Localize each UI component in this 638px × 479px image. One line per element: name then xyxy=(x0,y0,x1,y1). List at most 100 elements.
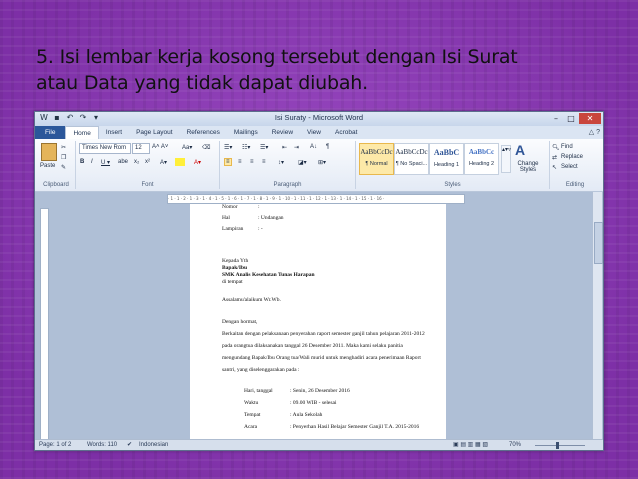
tab-mailings[interactable]: Mailings xyxy=(227,126,265,139)
body-line-3: mengundang Bapak/Ibu Orang tua/Wali muri… xyxy=(222,355,421,361)
vertical-scrollbar[interactable] xyxy=(592,192,603,439)
style-heading-1[interactable]: AaBbC Heading 1 xyxy=(429,143,464,175)
zoom-slider-knob[interactable] xyxy=(556,442,559,449)
change-styles-button[interactable]: Change Styles xyxy=(512,161,544,173)
hormat-line: Dengan hormat, xyxy=(222,319,258,325)
minimize-button[interactable]: – xyxy=(549,113,563,124)
detail-value: : Senin, 26 Desember 2016 xyxy=(290,388,350,394)
style-preview: AaBbC xyxy=(433,148,460,157)
cut-icon[interactable]: ✂ xyxy=(61,144,66,151)
clear-formatting-icon[interactable]: ⌫ xyxy=(202,144,210,151)
slide-title-line-1: 5. Isi lembar kerja kosong tersebut deng… xyxy=(36,46,518,68)
vertical-ruler[interactable] xyxy=(40,208,49,440)
align-left-icon[interactable]: ≡ xyxy=(224,158,232,166)
detail-label: Hari, tanggal xyxy=(244,388,273,394)
zoom-slider[interactable] xyxy=(535,445,585,446)
find-button[interactable]: Find xyxy=(561,144,573,150)
title-bar: W ▪ ↶ ↷ ▾ Isi Suraty - Microsoft Word – … xyxy=(35,112,603,126)
bold-button[interactable]: B xyxy=(80,159,84,165)
superscript-button[interactable]: x² xyxy=(145,159,150,165)
ribbon-tabs: File Home Insert Page Layout References … xyxy=(35,126,603,139)
window-title: Isi Suraty - Microsoft Word xyxy=(274,113,364,122)
styles-scroll-icon[interactable]: ▴▾▿ xyxy=(501,145,511,173)
paragraph-label: Paragraph xyxy=(273,182,302,188)
select-button[interactable]: Select xyxy=(561,164,578,170)
show-marks-icon[interactable]: ¶ xyxy=(326,144,329,150)
slide-title-line-2: atau Data yang tidak dapat diubah. xyxy=(36,72,368,94)
highlight-icon[interactable] xyxy=(175,158,185,166)
grow-font-icon[interactable]: A˄ A˅ xyxy=(152,144,168,150)
language[interactable]: Indonesian xyxy=(139,440,168,450)
paste-button[interactable]: Paste xyxy=(40,163,55,169)
increase-indent-icon[interactable]: ⇥ xyxy=(294,144,299,151)
italic-button[interactable]: I xyxy=(91,159,93,165)
proofing-icon[interactable]: ✔ xyxy=(127,440,132,450)
sort-icon[interactable]: A↓ xyxy=(310,144,317,150)
shading-icon[interactable]: ◪▾ xyxy=(298,159,307,166)
ribbon: Paste ✂ ❐ ✎ Clipboard Times New Rom 12 A… xyxy=(35,139,603,192)
font-name-select[interactable]: Times New Rom xyxy=(79,143,131,154)
replace-button[interactable]: Replace xyxy=(561,154,583,160)
align-center-icon[interactable]: ≡ xyxy=(238,159,242,165)
recipient-line-3: di tempat xyxy=(222,279,243,285)
replace-icon[interactable]: ⇄ xyxy=(552,154,557,161)
tab-view[interactable]: View xyxy=(300,126,328,139)
tab-home[interactable]: Home xyxy=(65,126,99,139)
clipboard-group: Paste ✂ ❐ ✎ Clipboard xyxy=(37,141,76,189)
tab-acrobat[interactable]: Acrobat xyxy=(328,126,364,139)
paste-icon[interactable] xyxy=(41,143,57,161)
font-size-select[interactable]: 12 xyxy=(132,143,150,154)
select-icon[interactable]: ↖ xyxy=(552,164,557,171)
font-group: Times New Rom 12 A˄ A˅ Aa▾ ⌫ B I U ▾ abe… xyxy=(76,141,220,189)
word-window: W ▪ ↶ ↷ ▾ Isi Suraty - Microsoft Word – … xyxy=(34,111,604,451)
change-styles-icon[interactable]: A xyxy=(515,142,525,158)
line-spacing-icon[interactable]: ↕▾ xyxy=(278,159,284,166)
multilevel-list-icon[interactable]: ☰▾ xyxy=(260,144,268,151)
tab-references[interactable]: References xyxy=(180,126,227,139)
underline-button[interactable]: U ▾ xyxy=(101,159,110,166)
status-bar: Page: 1 of 2 Words: 110 ✔ Indonesian ▣ ▤… xyxy=(35,439,603,450)
text-effects-icon[interactable]: A▾ xyxy=(160,159,167,166)
decrease-indent-icon[interactable]: ⇤ xyxy=(282,144,287,151)
hal-label: Hal xyxy=(222,215,230,221)
tab-review[interactable]: Review xyxy=(265,126,300,139)
styles-group: AaBbCcDc ¶ Normal AaBbCcDc ¶ No Spaci...… xyxy=(356,141,550,189)
tab-file[interactable]: File xyxy=(35,126,66,139)
nomor-separator: : xyxy=(258,204,260,210)
style-heading-2[interactable]: AaBbCc Heading 2 xyxy=(464,143,499,175)
find-icon[interactable]: 🔍︎ xyxy=(552,144,560,151)
borders-icon[interactable]: ⊞▾ xyxy=(318,159,326,166)
kepada-line: Kepada Yth xyxy=(222,258,249,264)
styles-label: Styles xyxy=(444,182,461,188)
maximize-button[interactable]: □ xyxy=(564,113,578,124)
style-name: ¶ No Spaci... xyxy=(395,161,428,167)
detail-label: Waktu xyxy=(244,400,259,406)
tab-page-layout[interactable]: Page Layout xyxy=(129,126,180,139)
justify-icon[interactable]: ≡ xyxy=(262,159,266,165)
tab-insert[interactable]: Insert xyxy=(99,126,129,139)
copy-icon[interactable]: ❐ xyxy=(61,154,66,161)
subscript-button[interactable]: x₂ xyxy=(134,159,139,165)
detail-value: : 09.00 WIB - selesai xyxy=(290,400,337,406)
font-color-icon[interactable]: A▾ xyxy=(194,159,201,166)
page-count[interactable]: Page: 1 of 2 xyxy=(39,440,71,450)
hal-value: : Undangan xyxy=(258,215,284,221)
close-button[interactable]: ✕ xyxy=(579,113,601,124)
style-normal[interactable]: AaBbCcDc ¶ Normal xyxy=(359,143,394,175)
bullets-icon[interactable]: ☰▾ xyxy=(224,144,232,151)
body-line-4: santri, yang diselenggarakan pada : xyxy=(222,367,300,373)
document-page[interactable]: Nomor : Hal : Undangan Lampiran : - Kepa… xyxy=(190,204,446,439)
view-buttons-icon[interactable]: ▣ ▤ ▥ ▦ ▧ xyxy=(453,440,488,450)
style-no-spacing[interactable]: AaBbCcDc ¶ No Spaci... xyxy=(394,143,429,175)
align-right-icon[interactable]: ≡ xyxy=(250,159,254,165)
numbering-icon[interactable]: ☷▾ xyxy=(242,144,250,151)
change-case-icon[interactable]: Aa▾ xyxy=(182,144,192,151)
word-count[interactable]: Words: 110 xyxy=(87,440,117,450)
format-painter-icon[interactable]: ✎ xyxy=(61,164,66,171)
scrollbar-thumb[interactable] xyxy=(594,222,603,264)
help-icon[interactable]: △ ? xyxy=(589,128,600,136)
horizontal-ruler[interactable]: · 1 · 1 · 2 · 1 · 3 · 1 · 4 · 1 · 5 · 1 … xyxy=(167,194,465,204)
strikethrough-button[interactable]: abe xyxy=(118,159,128,165)
editing-group: 🔍︎ Find ⇄ Replace ↖ Select Editing xyxy=(550,141,600,189)
zoom-level[interactable]: 70% xyxy=(509,440,521,450)
